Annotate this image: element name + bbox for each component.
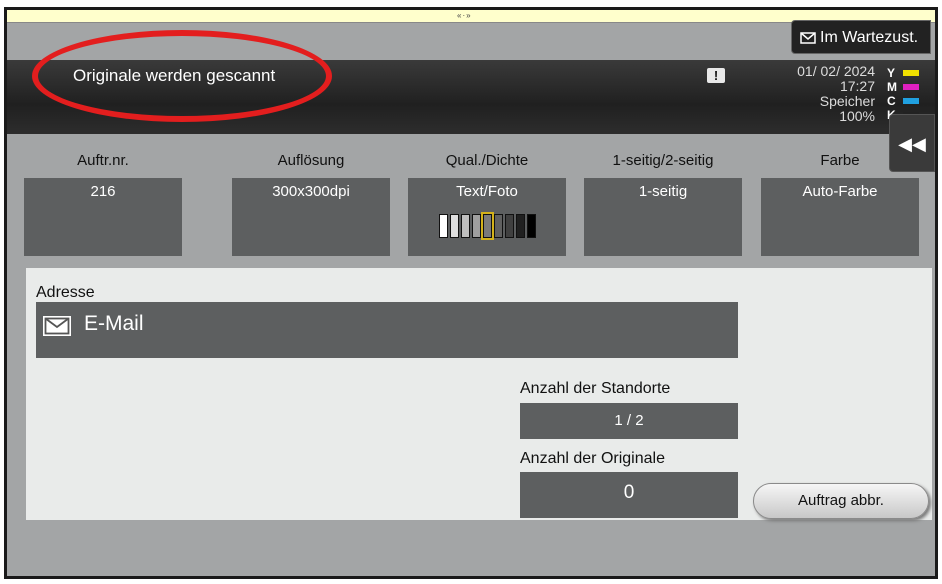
toner-label: Y — [887, 66, 896, 80]
abort-job-button[interactable]: Auftrag abbr. — [753, 483, 929, 519]
setting-quality-density: Qual./Dichte Text/Foto — [408, 150, 566, 256]
toner-row-y: Y — [887, 66, 927, 80]
job-number-value: 216 — [24, 178, 182, 256]
density-step — [460, 214, 470, 238]
setting-resolution: Auflösung 300x300dpi — [232, 150, 390, 256]
resolution-label: Auflösung — [277, 152, 345, 169]
setting-color: Farbe Auto-Farbe — [761, 150, 919, 256]
address-label: Adresse — [36, 284, 95, 301]
date-text: 01/ 02/ 2024 — [797, 63, 875, 79]
density-step — [526, 214, 536, 238]
toner-row-c: C — [887, 94, 927, 108]
toner-label: M — [887, 80, 897, 94]
density-step — [504, 214, 514, 238]
density-step — [493, 214, 503, 238]
job-number-label: Auftr.nr. — [77, 152, 129, 169]
setting-duplex: 1-seitig/2-seitig 1-seitig — [584, 150, 742, 256]
density-step — [449, 214, 459, 238]
density-step-selected — [480, 212, 494, 240]
memory-label: Speicher — [819, 93, 875, 109]
quality-value: Text/Foto — [456, 183, 518, 200]
datetime-memory: 01/ 02/ 2024 17:27 Speicher 100% — [767, 64, 875, 124]
locations-label: Anzahl der Standorte — [520, 380, 671, 397]
status-bar: Originale werden gescannt ! 01/ 02/ 2024… — [7, 60, 935, 134]
envelope-icon — [43, 316, 71, 336]
quality-label: Qual./Dichte — [445, 152, 529, 169]
time-text: 17:27 — [839, 78, 875, 94]
locations-value: 1 / 2 — [520, 403, 738, 439]
job-detail-panel: Adresse E-Mail Anzahl der Standorte 1 / … — [26, 268, 932, 520]
resolution-value: 300x300dpi — [232, 178, 390, 256]
density-step — [515, 214, 525, 238]
toner-level-bar — [903, 84, 919, 90]
resize-grip[interactable]: «·» — [457, 11, 472, 20]
quality-box: Text/Foto — [408, 178, 566, 256]
toner-row-m: M — [887, 80, 927, 94]
envelope-icon — [800, 32, 816, 44]
address-value: E-Mail — [84, 312, 144, 335]
density-step — [438, 214, 448, 238]
originals-label: Anzahl der Originale — [520, 450, 665, 467]
toner-level-bar — [903, 98, 919, 104]
toner-level-bar — [903, 70, 919, 76]
status-message: Originale werden gescannt — [73, 66, 276, 85]
duplex-label: 1-seitig/2-seitig — [612, 152, 714, 169]
memory-value: 100% — [839, 108, 875, 124]
originals-value: 0 — [520, 472, 738, 518]
alert-icon[interactable]: ! — [707, 68, 725, 83]
color-value: Auto-Farbe — [761, 178, 919, 256]
address-field: E-Mail — [36, 302, 738, 358]
device-panel-frame: «·» Im Wartezust. Originale werden gesca… — [4, 7, 938, 579]
toner-label: C — [887, 94, 896, 108]
density-scale — [408, 212, 566, 240]
setting-job-number: Auftr.nr. 216 — [24, 150, 182, 256]
density-step — [471, 214, 481, 238]
color-label: Farbe — [820, 152, 860, 169]
wait-status-label: Im Wartezust. — [820, 29, 919, 46]
duplex-value: 1-seitig — [584, 178, 742, 256]
wait-status-tab[interactable]: Im Wartezust. — [791, 20, 931, 54]
